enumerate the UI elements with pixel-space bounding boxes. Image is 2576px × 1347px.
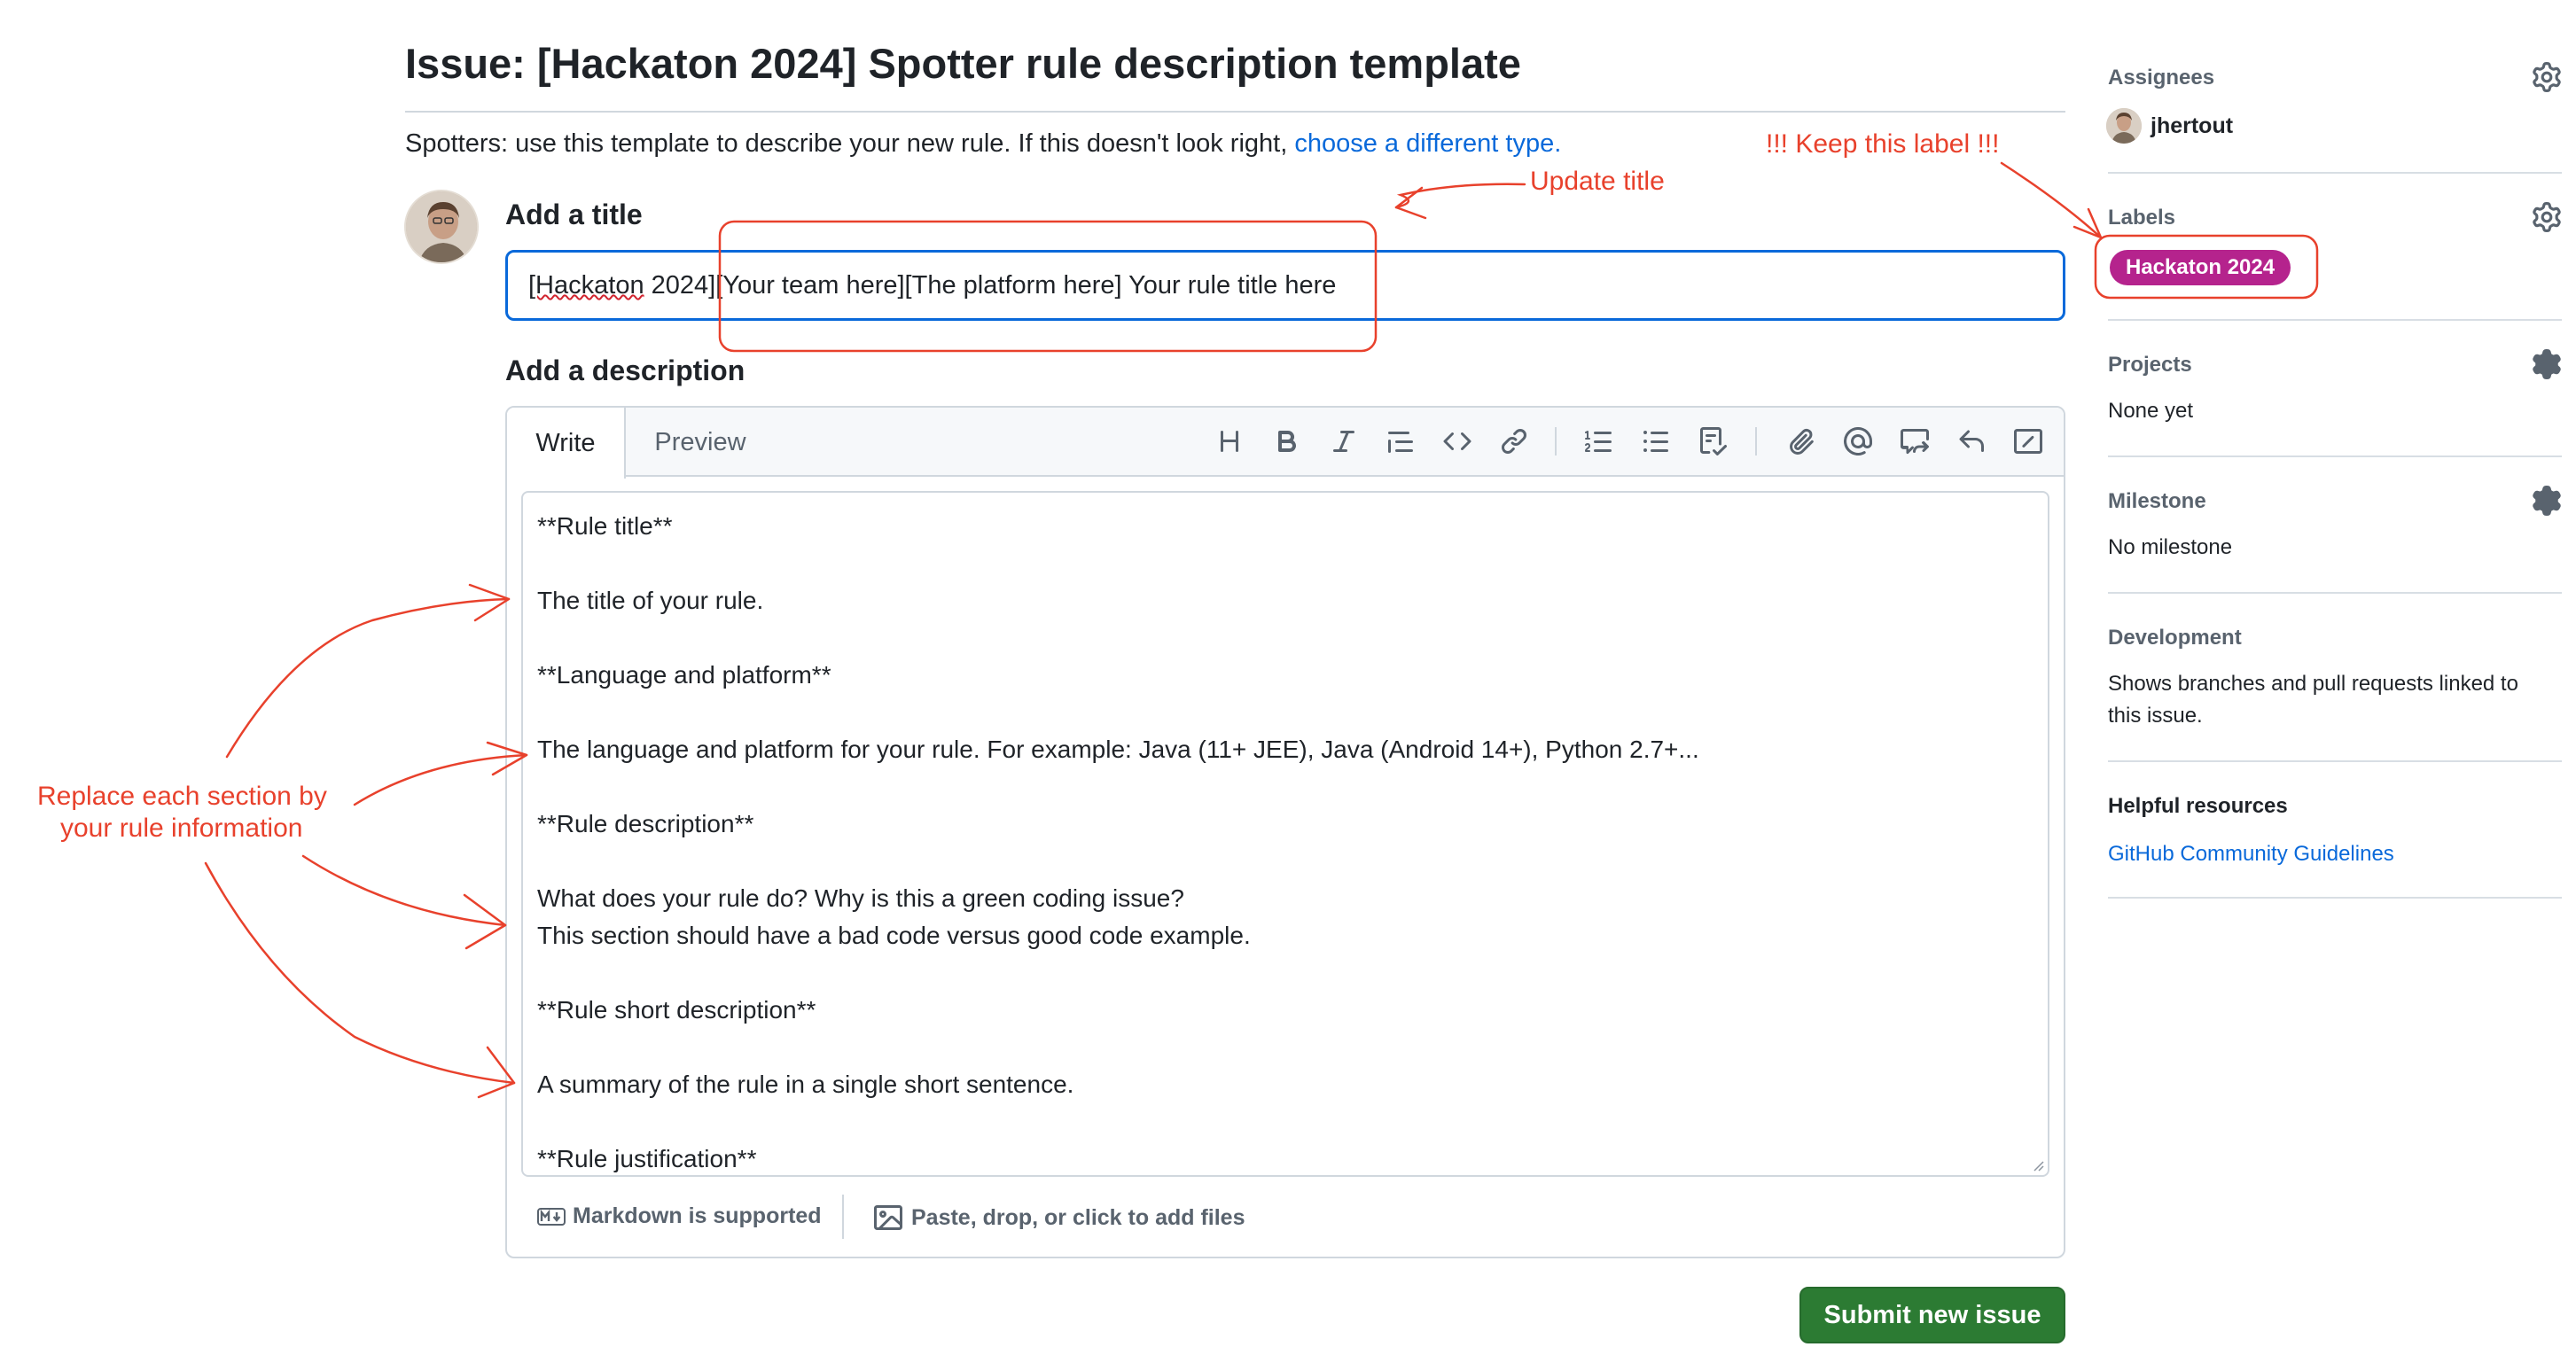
image-icon: [874, 1205, 902, 1230]
footer-divider: [842, 1195, 844, 1239]
quote-icon[interactable]: [1383, 424, 1418, 459]
toolbar-divider: [1555, 427, 1557, 455]
body-line: What does your rule do? Why is this a gr…: [537, 884, 1184, 912]
title-input-value[interactable]: [Hackaton 2024][Your team here][The plat…: [528, 271, 1336, 300]
resize-handle-icon[interactable]: [2030, 1157, 2044, 1172]
title-value-rest: 2024][Your team here][The platform here]…: [644, 271, 1337, 300]
sidebar-divider: [2108, 172, 2562, 174]
reference-icon[interactable]: [1897, 424, 1932, 459]
replace-arrow-1: [225, 597, 511, 759]
milestone-heading[interactable]: Milestone: [2108, 489, 2206, 514]
title-divider: [405, 111, 2065, 113]
assignee-portrait-icon: [2106, 108, 2142, 144]
assignee-avatar[interactable]: [2106, 108, 2142, 144]
annotation-replace-line1: Replace each section by: [37, 782, 327, 811]
heading-icon[interactable]: [1212, 424, 1247, 459]
update-title-arrow: [1394, 183, 1526, 209]
update-title-arrowhead: [1394, 186, 1427, 220]
replace-arrowhead-1: [468, 583, 511, 622]
numbered-list-icon[interactable]: [1581, 424, 1617, 459]
body-line: This section should have a bad code vers…: [537, 922, 1251, 949]
projects-heading[interactable]: Projects: [2108, 353, 2192, 378]
body-line: **Rule description**: [537, 810, 754, 837]
body-line: **Language and platform**: [537, 661, 831, 689]
replace-arrow-3: [301, 854, 507, 927]
sidebar-divider: [2108, 319, 2562, 321]
replace-arrow-4: [204, 861, 516, 1085]
avatar[interactable]: [404, 190, 479, 264]
add-files-label: Paste, drop, or click to add files: [911, 1204, 1245, 1230]
page-title: Issue: [Hackaton 2024] Spotter rule desc…: [405, 40, 1521, 87]
sidebar-divider: [2108, 897, 2562, 899]
milestone-gear-icon[interactable]: [2532, 486, 2562, 516]
title-value-misspelled: [Hackaton: [528, 271, 644, 300]
body-line: A summary of the rule in a single short …: [537, 1071, 1074, 1098]
task-list-icon[interactable]: [1695, 424, 1730, 459]
unordered-list-icon[interactable]: [1638, 424, 1674, 459]
slash-commands-icon[interactable]: [2010, 424, 2046, 459]
labels-heading[interactable]: Labels: [2108, 206, 2175, 230]
projects-value: None yet: [2108, 399, 2194, 423]
annotation-update-title: Update title: [1530, 167, 1665, 196]
development-text-line1: Shows branches and pull requests linked …: [2108, 672, 2518, 696]
tab-write[interactable]: Write: [507, 408, 626, 479]
link-icon[interactable]: [1496, 424, 1532, 459]
development-text-line2: this issue.: [2108, 704, 2203, 728]
projects-gear-icon[interactable]: [2532, 349, 2562, 379]
undo-icon[interactable]: [1954, 424, 1989, 459]
italic-icon[interactable]: [1326, 424, 1362, 459]
helpful-resources-heading: Helpful resources: [2108, 794, 2288, 818]
toolbar-divider: [1755, 427, 1757, 455]
body-line: The title of your rule.: [537, 587, 764, 614]
body-line: **Rule short description**: [537, 996, 816, 1024]
submit-new-issue-button[interactable]: Submit new issue: [1799, 1287, 2065, 1343]
label-hackaton-2024[interactable]: Hackaton 2024: [2110, 250, 2291, 285]
add-files-button[interactable]: Paste, drop, or click to add files: [874, 1203, 1245, 1232]
milestone-value: No milestone: [2108, 535, 2233, 559]
sidebar-divider: [2108, 455, 2562, 457]
keep-label-arrowhead: [2073, 207, 2103, 239]
assignees-heading[interactable]: Assignees: [2108, 66, 2214, 90]
sidebar-divider: [2108, 592, 2562, 594]
choose-different-type-link[interactable]: choose a different type.: [1294, 129, 1561, 158]
markdown-supported-label: Markdown is supported: [573, 1203, 822, 1228]
replace-arrowhead-3: [463, 893, 507, 950]
markdown-supported-note[interactable]: Markdown is supported: [537, 1203, 822, 1229]
body-line: **Rule title**: [537, 512, 673, 540]
sidebar-divider: [2108, 760, 2562, 762]
template-note-text: Spotters: use this template to describe …: [405, 129, 1295, 158]
replace-arrow-2: [353, 753, 528, 806]
code-icon[interactable]: [1440, 424, 1475, 459]
add-description-label: Add a description: [505, 354, 745, 386]
development-heading: Development: [2108, 626, 2242, 650]
annotation-keep-label: !!! Keep this label !!!: [1766, 129, 2000, 159]
bold-icon[interactable]: [1269, 424, 1305, 459]
add-title-label: Add a title: [505, 199, 643, 230]
avatar-portrait-icon: [406, 191, 477, 262]
markdown-icon: [537, 1207, 566, 1226]
mention-icon[interactable]: [1840, 424, 1876, 459]
attach-icon[interactable]: [1784, 424, 1819, 459]
labels-gear-icon[interactable]: [2532, 202, 2562, 232]
body-line: The language and platform for your rule.…: [537, 736, 1699, 763]
community-guidelines-link[interactable]: GitHub Community Guidelines: [2108, 842, 2394, 867]
template-note: Spotters: use this template to describe …: [405, 129, 1561, 159]
body-line: **Rule justification**: [537, 1145, 757, 1172]
tab-preview[interactable]: Preview: [638, 408, 762, 477]
keep-label-arrow: [2000, 161, 2103, 239]
annotation-replace-line2: your rule information: [60, 814, 303, 843]
assignee-username[interactable]: jhertout: [2151, 113, 2233, 139]
assignees-gear-icon[interactable]: [2532, 62, 2562, 92]
